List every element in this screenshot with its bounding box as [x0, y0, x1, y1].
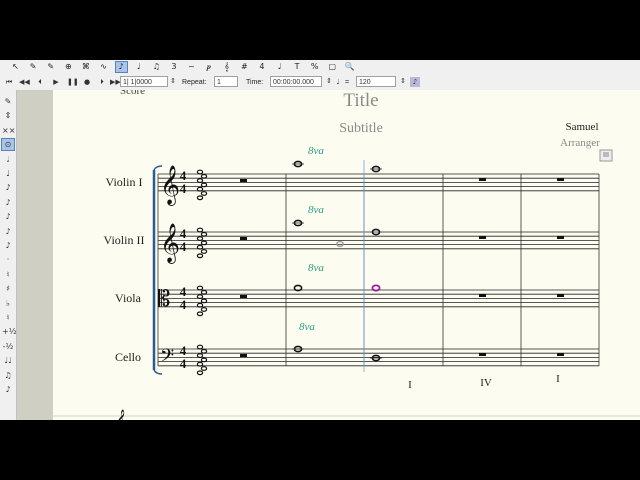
score-page [53, 90, 640, 420]
rewind-icon[interactable]: ⏮ [4, 77, 14, 87]
arrow-icon[interactable]: ↖ [10, 62, 21, 72]
zoom-icon[interactable]: 🔍 [344, 62, 355, 72]
palette-tool-icon[interactable]: ×× [2, 125, 15, 136]
speaker-icon[interactable]: ✎ [45, 62, 56, 72]
palette-tool-icon[interactable]: ♮ [2, 269, 14, 280]
notation-app: ↖ ✎ ✎ ⊕ ⌘ ∿ ♪ ♩ ♫ 3 ~ 𝆏 𝄞 #4 ♩ T% ▢ 🔍 ⏮ ◀◀ ⏴ ▶ ❚❚ ● ⏵ ▶▶ … [0, 60, 640, 420]
rest-icon[interactable]: ♩ [133, 62, 144, 72]
pause-icon[interactable]: ❚❚ [67, 77, 79, 87]
tempo-spinner-icon[interactable]: ⇕ [398, 76, 408, 86]
transport-toolbar: ⏮ ◀◀ ⏴ ▶ ❚❚ ● ⏵ ▶▶ 1| 1|0000 ⇕ Repeat: 1… [0, 74, 640, 91]
beam-icon[interactable]: ♫ [151, 62, 162, 72]
chord-icon[interactable]: ⌘ [80, 62, 91, 72]
play-icon[interactable]: ▶ [51, 77, 61, 87]
rewind-fast-icon[interactable]: ◀◀ [19, 77, 30, 87]
tempo-field[interactable]: 120 [356, 76, 396, 87]
repeat-field[interactable]: 1 [214, 76, 238, 87]
repeat-label: Repeat: [182, 79, 207, 86]
ornament-icon[interactable]: ~ [186, 62, 197, 72]
palette-tool-icon[interactable]: ♪ [2, 240, 14, 251]
percent-icon[interactable]: % [309, 62, 320, 72]
marker-icon[interactable]: ✎ [28, 62, 39, 72]
metronome-icon[interactable]: ♪ [410, 77, 420, 87]
key-icon[interactable]: # [239, 62, 250, 72]
palette-tool-icon[interactable]: ✎ [2, 96, 14, 107]
palette-tool-icon[interactable]: -½ [2, 341, 14, 352]
fast-forward-icon[interactable]: ▶▶ [110, 77, 121, 87]
palette-tool-icon[interactable]: ♪ [2, 211, 14, 222]
palette-tool-icon[interactable]: ♪ [2, 226, 14, 237]
time-field[interactable]: 00:00:00.000 [270, 76, 322, 87]
palette-tool-icon[interactable]: ♫ [2, 370, 14, 381]
step-back-icon[interactable]: ⏴ [35, 77, 45, 87]
palette-tool-icon[interactable]: ⇕ [2, 110, 14, 121]
step-forward-icon[interactable]: ⏵ [97, 77, 107, 87]
palette-tool-icon[interactable]: ⊙ [1, 138, 15, 152]
palette-tool-icon[interactable]: ♪ [2, 197, 14, 208]
position-spinner-icon[interactable]: ⇕ [168, 76, 178, 86]
clef-icon[interactable]: 𝄞 [221, 62, 232, 72]
dynamics-icon[interactable]: 𝆏 [204, 62, 215, 72]
position-field[interactable]: 1| 1|0000 [120, 76, 168, 87]
text-icon[interactable]: T [292, 62, 303, 72]
page-icon[interactable]: ▢ [327, 62, 338, 72]
note-palette: ✎ ⇕ ×× ⊙ 𝅗𝅥 ♩ ♪ ♪ ♪ ♪ ♪ · ♮ ♯ ♭ ♮ +½ -½ ♩♩ ♫ ♪ [0, 90, 17, 420]
time-icon[interactable]: 4 [256, 62, 267, 72]
palette-tool-icon[interactable]: · [2, 254, 14, 265]
palette-tool-icon[interactable]: ♮ [2, 312, 14, 323]
palette-tool-icon[interactable]: ♩♩ [2, 355, 14, 366]
tuplet-icon[interactable]: 3 [168, 62, 179, 72]
palette-tool-icon[interactable]: ♪ [2, 384, 14, 395]
palette-tool-icon[interactable]: ♩ [2, 168, 14, 179]
palette-tool-icon[interactable]: ♭ [2, 298, 14, 309]
score-workspace [17, 90, 640, 420]
tempo-note-icon: ♩ [336, 78, 340, 86]
palette-tool-icon[interactable]: +½ [2, 326, 16, 337]
record-icon[interactable]: ● [82, 77, 92, 87]
tempo-equals-icon: = [345, 79, 350, 86]
slur-icon[interactable]: ∿ [98, 62, 109, 72]
note-icon[interactable]: ♪ [114, 61, 128, 73]
palette-tool-icon[interactable]: ♯ [2, 283, 14, 294]
tempo-icon[interactable]: ♩ [274, 62, 285, 72]
palette-tool-icon[interactable]: ♪ [2, 182, 14, 193]
lyric-icon[interactable]: ⊕ [63, 62, 74, 72]
palette-tool-icon[interactable]: 𝅗𝅥 [2, 154, 14, 165]
tool-toolbar: ↖ ✎ ✎ ⊕ ⌘ ∿ ♪ ♩ ♫ 3 ~ 𝆏 𝄞 #4 ♩ T% ▢ 🔍 [0, 60, 640, 75]
time-label: Time: [246, 79, 264, 86]
